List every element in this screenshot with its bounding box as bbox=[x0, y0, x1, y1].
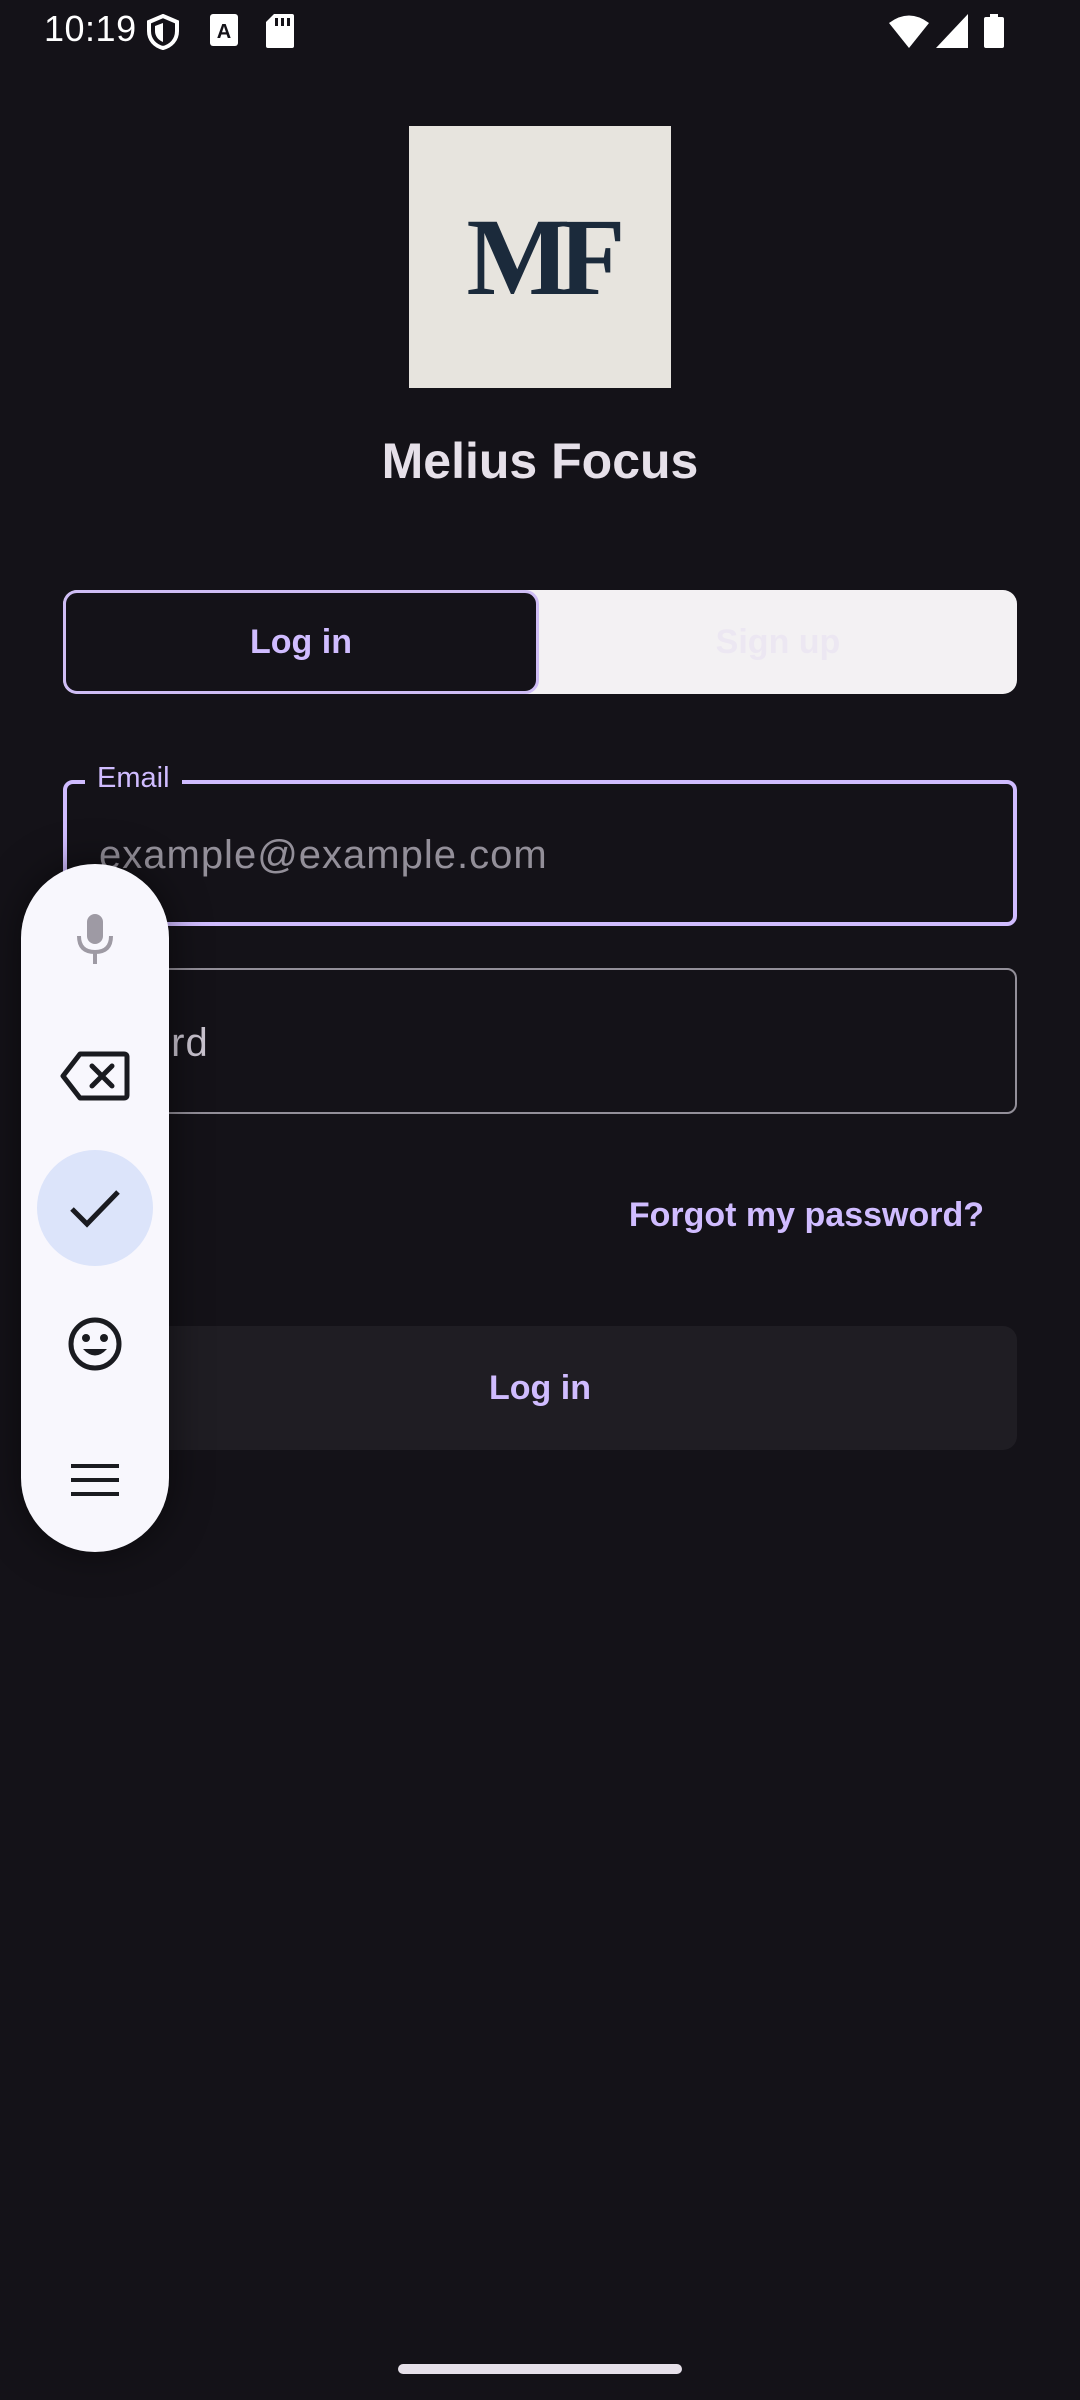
log-in-button[interactable]: Log in bbox=[63, 1326, 1017, 1450]
status-time: 10:19 bbox=[44, 8, 137, 49]
tab-sign-up[interactable]: Sign up bbox=[539, 590, 1017, 694]
email-label: Email bbox=[85, 762, 182, 795]
keyboard-floating-toolbar bbox=[21, 864, 169, 1552]
password-input[interactable] bbox=[95, 1002, 979, 1084]
tab-log-in[interactable]: Log in bbox=[63, 590, 539, 694]
auth-mode-toggle: Log in Sign up bbox=[63, 590, 1017, 694]
app-title: Melius Focus bbox=[381, 433, 699, 489]
home-indicator[interactable] bbox=[398, 2364, 682, 2374]
a-icon: A bbox=[210, 14, 238, 48]
sd-card-icon bbox=[266, 14, 294, 48]
logo-monogram: MF bbox=[466, 195, 625, 318]
backspace-icon[interactable] bbox=[37, 1018, 153, 1134]
app-logo: MF bbox=[409, 126, 671, 388]
email-input[interactable] bbox=[97, 814, 981, 896]
microphone-icon[interactable] bbox=[37, 882, 153, 998]
wifi-icon bbox=[889, 14, 929, 48]
signal-icon bbox=[936, 14, 968, 48]
password-field bbox=[63, 968, 1017, 1114]
shield-icon bbox=[146, 13, 180, 51]
svg-text:A: A bbox=[217, 21, 231, 43]
check-icon[interactable] bbox=[37, 1150, 153, 1266]
battery-icon bbox=[984, 14, 1004, 48]
email-field: Email bbox=[63, 762, 1017, 926]
status-bar: 10:19 A bbox=[0, 0, 1080, 62]
login-screen: 10:19 A MF Melius Focus Log in Sign up E… bbox=[0, 0, 1080, 2400]
emoji-icon[interactable] bbox=[37, 1286, 153, 1402]
forgot-password-link[interactable]: Forgot my password? bbox=[629, 1196, 984, 1235]
menu-icon[interactable] bbox=[37, 1422, 153, 1538]
